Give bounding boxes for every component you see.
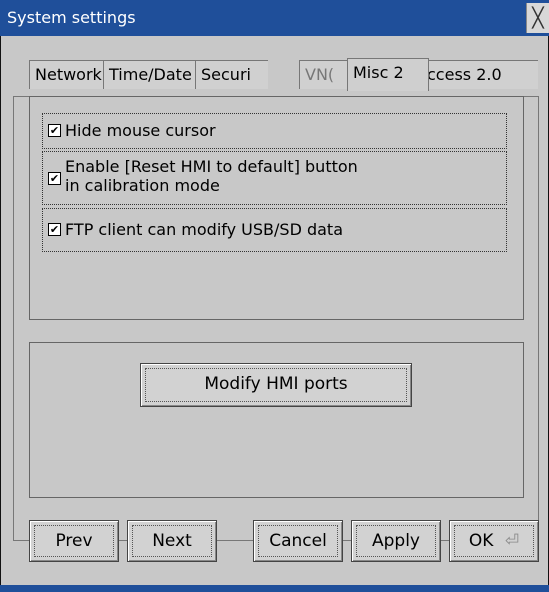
focus-outline xyxy=(454,525,534,557)
tab-bar: Network Time/Date Securi VN( Misc 2 cces… xyxy=(29,58,545,92)
cancel-button[interactable]: Cancel xyxy=(253,520,343,562)
close-icon[interactable]: ╳ xyxy=(526,3,549,33)
tab-time-date[interactable]: Time/Date xyxy=(103,60,202,89)
cancel-label: Cancel xyxy=(269,531,327,551)
tab-security-label: Securi xyxy=(201,65,251,84)
tab-access-2-label: ccess 2.0 xyxy=(427,65,502,84)
next-button[interactable]: Next xyxy=(127,520,217,562)
option-hide-mouse-cursor[interactable]: ✔ Hide mouse cursor xyxy=(42,113,507,149)
ok-button[interactable]: OK ⏎ xyxy=(449,520,539,562)
apply-label: Apply xyxy=(372,531,420,551)
prev-button[interactable]: Prev xyxy=(29,520,119,562)
tab-misc-2-label: Misc 2 xyxy=(353,63,404,82)
checkbox-checked-icon[interactable]: ✔ xyxy=(48,124,61,137)
options-group: ✔ Hide mouse cursor ✔ Enable [Reset HMI … xyxy=(29,96,524,320)
tab-access-2[interactable]: ccess 2.0 xyxy=(421,60,538,89)
option-label-line1: Enable [Reset HMI to default] button xyxy=(65,157,358,176)
title-bar: System settings ╳ xyxy=(0,0,549,36)
option-label-line2: in calibration mode xyxy=(65,176,220,195)
tab-vnc-label: VN( xyxy=(305,65,335,84)
prev-label: Prev xyxy=(55,531,93,551)
option-enable-reset-hmi[interactable]: ✔ Enable [Reset HMI to default] button i… xyxy=(42,151,507,205)
option-label: Hide mouse cursor xyxy=(65,121,216,140)
option-label: FTP client can modify USB/SD data xyxy=(65,220,344,239)
enter-key-icon: ⏎ xyxy=(504,531,520,551)
apply-button[interactable]: Apply xyxy=(351,520,441,562)
bottom-strip xyxy=(0,585,549,592)
tab-misc-2[interactable]: Misc 2 xyxy=(347,58,429,91)
next-label: Next xyxy=(152,531,192,551)
window-title: System settings xyxy=(7,8,136,27)
settings-window: Network Time/Date Securi VN( Misc 2 cces… xyxy=(0,36,549,585)
option-ftp-modify-usb-sd[interactable]: ✔ FTP client can modify USB/SD data xyxy=(42,208,507,252)
checkbox-checked-icon[interactable]: ✔ xyxy=(48,172,61,185)
tab-network-label: Network xyxy=(35,65,102,84)
ports-group: Modify HMI ports xyxy=(29,342,524,498)
modify-hmi-ports-label: Modify HMI ports xyxy=(204,374,348,394)
tab-vnc[interactable]: VN( xyxy=(299,60,354,89)
checkbox-checked-icon[interactable]: ✔ xyxy=(48,223,61,236)
tab-security[interactable]: Securi xyxy=(195,60,268,89)
tab-time-date-label: Time/Date xyxy=(109,65,192,84)
tab-network[interactable]: Network xyxy=(29,60,110,89)
ok-label: OK xyxy=(468,531,494,551)
modify-hmi-ports-button[interactable]: Modify HMI ports xyxy=(140,363,412,407)
